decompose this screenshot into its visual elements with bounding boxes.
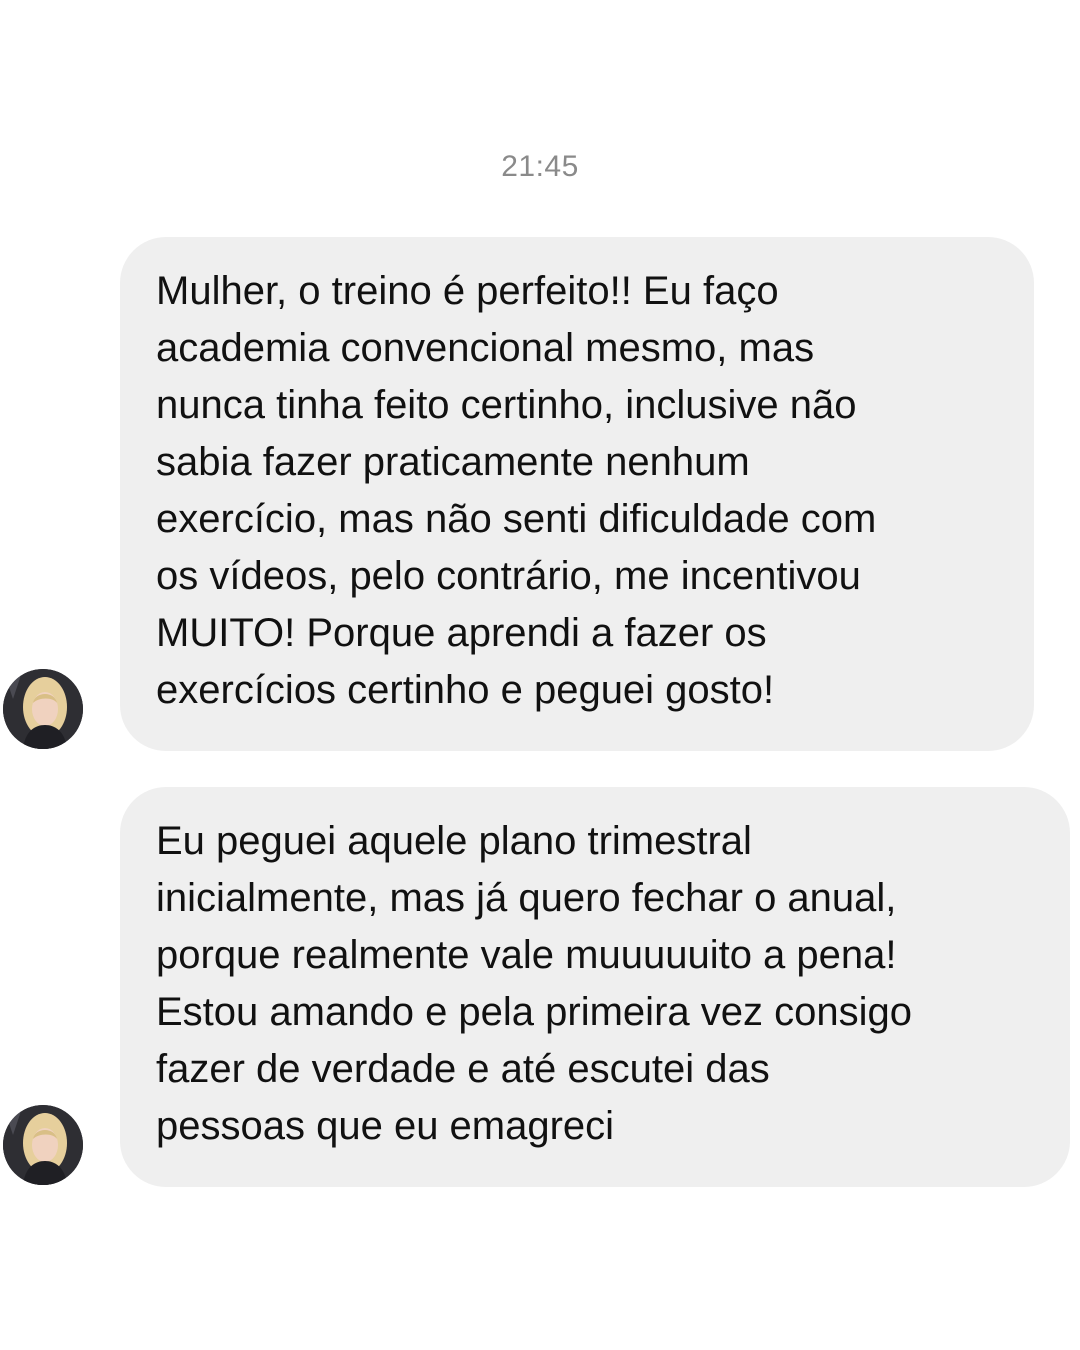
contact-avatar[interactable] (3, 1105, 83, 1185)
avatar-photo-icon (3, 1105, 83, 1185)
message-bubble[interactable]: Mulher, o treino é perfeito!! Eu faço ac… (120, 237, 1034, 751)
message-timestamp: 21:45 (501, 150, 579, 183)
avatar-photo-icon (3, 669, 83, 749)
contact-avatar[interactable] (3, 669, 83, 749)
message-bubble[interactable]: Eu peguei aquele plano trimestral inicia… (120, 787, 1070, 1187)
